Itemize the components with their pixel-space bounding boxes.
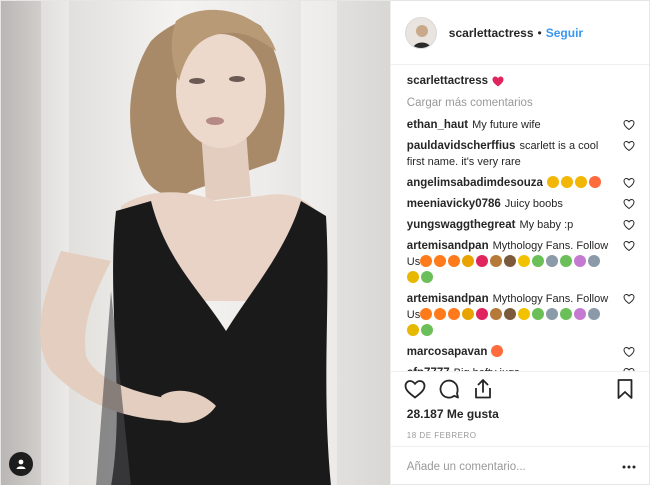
- emoji-icon: [420, 271, 433, 283]
- emoji-icon: [546, 176, 559, 188]
- emoji-icon: [406, 324, 419, 336]
- comment-icon[interactable]: [437, 377, 461, 401]
- separator-dot: •: [537, 25, 542, 40]
- comment-username[interactable]: pauldavidscherffius: [407, 140, 516, 152]
- emoji-icon: [560, 176, 573, 188]
- more-options-icon[interactable]: [621, 459, 637, 475]
- emoji-icon: [546, 255, 559, 267]
- post-photo[interactable]: [1, 1, 390, 485]
- emoji-icon: [434, 255, 447, 267]
- emoji-icon: [491, 345, 504, 357]
- emoji-icon: [560, 308, 573, 320]
- emoji-icon: [588, 176, 601, 188]
- comment-text: Big hefty jugs: [454, 367, 520, 371]
- add-comment-bar: [390, 446, 649, 485]
- emoji-icon: [588, 308, 601, 320]
- emoji-icon: [574, 176, 587, 188]
- comment-row: meeniavicky0786 Juicy boobs: [407, 196, 635, 212]
- emoji-icon: [490, 255, 503, 267]
- comment-username[interactable]: angelimsabadimdesouza: [407, 177, 543, 189]
- post-header: scarlettactress • Seguir: [390, 1, 649, 65]
- emoji-icon: [532, 255, 545, 267]
- emoji-icon: [518, 255, 531, 267]
- emoji-icon: [420, 255, 433, 267]
- emoji-icon: [504, 308, 517, 320]
- emoji-icon: [588, 255, 601, 267]
- share-icon[interactable]: [471, 377, 495, 401]
- avatar-image: [405, 17, 436, 48]
- emoji-icon: [532, 308, 545, 320]
- comment-text: Juicy boobs: [504, 198, 563, 210]
- emoji-icon: [462, 255, 475, 267]
- comment-row: artemisandpan Mythology Fans. Follow Us: [406, 291, 635, 339]
- action-bar: [390, 371, 649, 405]
- emoji-icon: [490, 308, 503, 320]
- heart-red-emoji: [492, 76, 504, 86]
- heart-icon[interactable]: [403, 377, 427, 401]
- emoji-icon: [476, 255, 489, 267]
- comment-row: cfp7777 Big hefty jugs: [407, 365, 635, 371]
- instagram-post: scarlettactress • Seguir scarlettactress…: [0, 0, 650, 485]
- comment-text: My future wife: [472, 119, 541, 131]
- caption: scarlettactress: [407, 75, 635, 87]
- emoji-icon: [420, 324, 433, 336]
- header-username[interactable]: scarlettactress: [449, 26, 534, 40]
- post-sidebar: scarlettactress • Seguir scarlettactress…: [389, 1, 649, 485]
- comment-heart-icon[interactable]: [623, 140, 635, 152]
- emoji-icon: [434, 308, 447, 320]
- comment-heart-icon[interactable]: [623, 219, 635, 231]
- emoji-icon: [476, 308, 489, 320]
- comment-heart-icon[interactable]: [623, 119, 635, 131]
- comment-username[interactable]: yungswaggthegreat: [407, 219, 516, 231]
- user-tag-button[interactable]: [9, 452, 33, 476]
- comment-heart-icon[interactable]: [623, 346, 635, 358]
- comments-list[interactable]: scarlettactress Cargar más comentarios e…: [391, 65, 649, 371]
- load-more-comments[interactable]: Cargar más comentarios: [407, 97, 635, 109]
- person-icon: [16, 459, 26, 469]
- follow-button[interactable]: Seguir: [546, 26, 583, 40]
- emoji-icon: [462, 308, 475, 320]
- portrait-illustration: [40, 9, 331, 485]
- comment-heart-icon[interactable]: [623, 240, 635, 252]
- comment-row: pauldavidscherffius scarlett is a cool fi…: [407, 138, 635, 170]
- comment-row: ethan_haut My future wife: [407, 117, 635, 133]
- comment-username[interactable]: meeniavicky0786: [407, 198, 501, 210]
- post-date: 18 DE FEBRERO: [406, 431, 477, 440]
- avatar[interactable]: [404, 16, 437, 49]
- comment-input[interactable]: [406, 460, 621, 473]
- comment-row: angelimsabadimdesouza: [407, 175, 635, 191]
- emoji-icon: [406, 271, 419, 283]
- comment-username[interactable]: artemisandpan: [407, 240, 489, 252]
- comment-heart-icon[interactable]: [623, 177, 635, 189]
- comment-items: ethan_haut My future wife pauldavidscherff…: [406, 117, 635, 371]
- comment-username[interactable]: ethan_haut: [407, 119, 468, 131]
- emoji-icon: [420, 308, 433, 320]
- comment-username[interactable]: artemisandpan: [407, 293, 489, 305]
- emoji-icon: [448, 308, 461, 320]
- comment-heart-icon[interactable]: [623, 367, 635, 371]
- emoji-icon: [574, 255, 587, 267]
- emoji-icon: [518, 308, 531, 320]
- emoji-icon: [504, 255, 517, 267]
- emoji-icon: [574, 308, 587, 320]
- comment-heart-icon[interactable]: [623, 293, 635, 305]
- comment-row: marcosapavan: [407, 344, 635, 360]
- comment-row: yungswaggthegreat My baby :p: [407, 217, 635, 233]
- comment-text: My baby :p: [519, 219, 574, 231]
- emoji-icon: [448, 255, 461, 267]
- caption-username[interactable]: scarlettactress: [407, 75, 488, 87]
- likes-count[interactable]: 28.187 Me gusta: [391, 405, 649, 421]
- comment-row: artemisandpan Mythology Fans. Follow Us: [406, 238, 635, 286]
- bookmark-icon[interactable]: [613, 377, 637, 401]
- emoji-icon: [546, 308, 559, 320]
- comment-heart-icon[interactable]: [623, 198, 635, 210]
- comment-username[interactable]: marcosapavan: [407, 346, 488, 358]
- comment-username[interactable]: cfp7777: [407, 367, 450, 371]
- emoji-icon: [560, 255, 573, 267]
